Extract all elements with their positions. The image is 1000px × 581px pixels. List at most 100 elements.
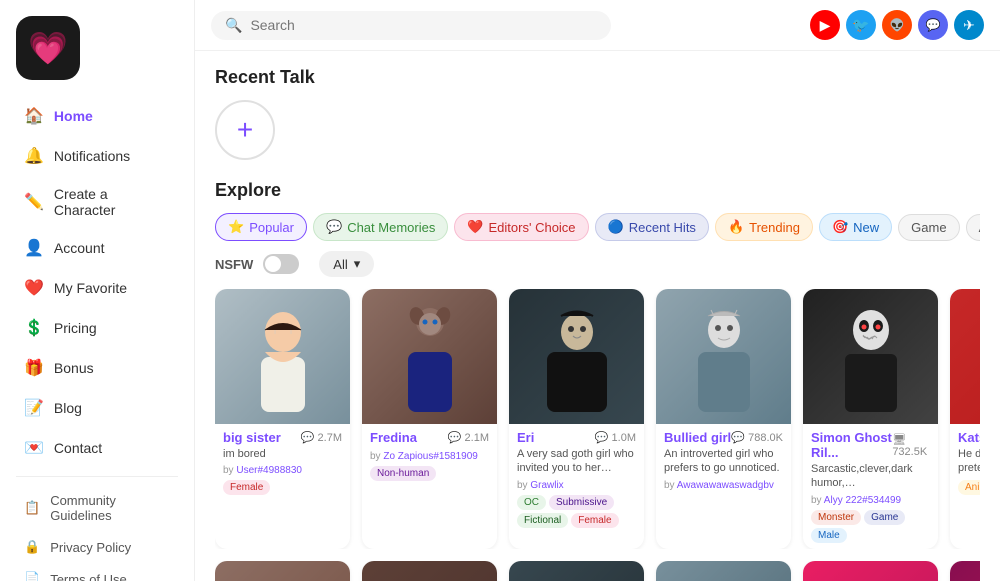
card-eri-name: Eri [517, 430, 534, 445]
card-bottom-4[interactable] [656, 561, 791, 581]
card-fredina-body: Fredina 💬 2.1M by Zo Zapious#1581909 Non… [362, 424, 497, 487]
card-bullied-girl-desc: An introverted girl who prefers to go un… [664, 447, 783, 476]
sidebar-item-pricing-label: Pricing [54, 320, 97, 336]
sidebar-nav: 🏠 Home 🔔 Notifications ✏️ Create a Chara… [0, 96, 194, 581]
filter-trending-label: Trending [749, 220, 800, 235]
card-fredina-image [362, 289, 497, 424]
create-character-icon: ✏️ [24, 192, 44, 212]
home-icon: 🏠 [24, 106, 44, 126]
bonus-icon: 🎁 [24, 358, 44, 378]
card-bullied-girl-header: Bullied girl 💬 788.0K [664, 430, 783, 445]
sidebar-item-pricing[interactable]: 💲 Pricing [8, 309, 186, 347]
notifications-icon: 🔔 [24, 146, 44, 166]
search-box[interactable]: 🔍 [211, 11, 611, 40]
card-simon-ghost-count: 🖥 732.5K [892, 433, 930, 458]
popular-icon: ⭐ [228, 219, 244, 235]
card-eri[interactable]: Eri 💬 1.0M A very sad goth girl who invi… [509, 289, 644, 549]
card-bottom-4-image [656, 561, 791, 581]
card-big-sister-count: 💬 2.7M [301, 431, 342, 444]
sidebar-item-privacy-policy[interactable]: 🔒 Privacy Policy [8, 531, 186, 563]
trending-icon: 🔥 [728, 219, 744, 235]
filter-editors-choice[interactable]: ❤️ Editors' Choice [454, 213, 588, 241]
explore-title: Explore [215, 180, 980, 201]
card-bottom-6-image [950, 561, 980, 581]
sidebar-item-terms-of-use[interactable]: 📄 Terms of Use [8, 563, 186, 581]
tag-nonhuman: Non-human [370, 466, 436, 481]
card-bottom-1[interactable] [215, 561, 350, 581]
filter-game[interactable]: Game [898, 214, 959, 241]
terms-of-use-icon: 📄 [24, 571, 40, 581]
search-icon: 🔍 [225, 17, 242, 34]
community-guidelines-icon: 📋 [24, 500, 40, 516]
pricing-icon: 💲 [24, 318, 44, 338]
filter-trending[interactable]: 🔥 Trending [715, 213, 813, 241]
new-icon: 🎯 [832, 219, 848, 235]
sidebar-item-blog-label: Blog [54, 400, 82, 416]
sidebar-item-blog[interactable]: 📝 Blog [8, 389, 186, 427]
card-eri-header: Eri 💬 1.0M [517, 430, 636, 445]
filter-popular[interactable]: ⭐ Popular [215, 213, 307, 241]
card-eri-author: by Grawlix [517, 480, 636, 491]
app-logo: 💗 [16, 16, 80, 80]
filter-editors-choice-label: Editors' Choice [489, 220, 576, 235]
filter-chat-memories[interactable]: 💬 Chat Memories [313, 213, 448, 241]
card-simon-ghost-header: Simon Ghost Ril... 🖥 732.5K [811, 430, 930, 460]
card-big-sister-name: big sister [223, 430, 281, 445]
main-content: 🔍 ▶ 🐦 👽 💬 ✈ Recent Talk + Explore ⭐ Popu… [195, 0, 1000, 581]
card-bullied-girl-image [656, 289, 791, 424]
nsfw-toggle[interactable] [263, 254, 299, 274]
card-bottom-2[interactable] [362, 561, 497, 581]
card-eri-image [509, 289, 644, 424]
tag-submissive: Submissive [549, 495, 614, 510]
sidebar-item-create-character[interactable]: ✏️ Create a Character [8, 177, 186, 227]
filter-anime[interactable]: Anime [966, 214, 980, 241]
sidebar-item-bonus[interactable]: 🎁 Bonus [8, 349, 186, 387]
discord-icon[interactable]: 💬 [918, 10, 948, 40]
search-input[interactable] [250, 17, 597, 33]
telegram-icon[interactable]: ✈ [954, 10, 984, 40]
card-katsuki-desc: He doesn't girlfriend, s pretend for [958, 447, 980, 476]
sidebar-item-community-guidelines[interactable]: 📋 Community Guidelines [8, 485, 186, 531]
sidebar-item-community-guidelines-label: Community Guidelines [50, 493, 170, 523]
reddit-icon[interactable]: 👽 [882, 10, 912, 40]
card-bottom-5[interactable] [803, 561, 938, 581]
all-dropdown[interactable]: All ▾ [319, 251, 374, 277]
sidebar-divider [16, 476, 178, 477]
filter-new[interactable]: 🎯 New [819, 213, 892, 241]
filter-chat-memories-label: Chat Memories [347, 220, 435, 235]
card-fredina[interactable]: Fredina 💬 2.1M by Zo Zapious#1581909 Non… [362, 289, 497, 549]
filter-recent-hits[interactable]: 🔵 Recent Hits [595, 213, 709, 241]
card-big-sister-author: by User#4988830 [223, 465, 342, 476]
card-fredina-tags: Non-human [370, 466, 489, 481]
card-katsuki[interactable]: Katsuki B... He doesn't girlfriend, s pr… [950, 289, 980, 549]
card-simon-ghost[interactable]: Simon Ghost Ril... 🖥 732.5K Sarcastic,cl… [803, 289, 938, 549]
card-bottom-5-image [803, 561, 938, 581]
favorite-icon: ❤️ [24, 278, 44, 298]
logo-area: 💗 [0, 16, 194, 96]
sidebar-item-terms-of-use-label: Terms of Use [50, 572, 127, 581]
card-eri-body: Eri 💬 1.0M A very sad goth girl who invi… [509, 424, 644, 534]
add-recent-talk-button[interactable]: + [215, 100, 275, 160]
card-simon-ghost-body: Simon Ghost Ril... 🖥 732.5K Sarcastic,cl… [803, 424, 938, 549]
card-bottom-3[interactable] [509, 561, 644, 581]
nsfw-label: NSFW [215, 257, 253, 272]
sidebar-item-my-favorite[interactable]: ❤️ My Favorite [8, 269, 186, 307]
twitter-icon[interactable]: 🐦 [846, 10, 876, 40]
sidebar-item-bonus-label: Bonus [54, 360, 94, 376]
card-bullied-girl-count: 💬 788.0K [731, 431, 783, 444]
card-big-sister-body: big sister 💬 2.7M im bored by User#49888… [215, 424, 350, 501]
topbar: 🔍 ▶ 🐦 👽 💬 ✈ [195, 0, 1000, 51]
card-bottom-6[interactable] [950, 561, 980, 581]
privacy-policy-icon: 🔒 [24, 539, 40, 555]
nsfw-row: NSFW All ▾ [215, 251, 980, 277]
card-bullied-girl[interactable]: Bullied girl 💬 788.0K An introverted gir… [656, 289, 791, 549]
sidebar-item-account[interactable]: 👤 Account [8, 229, 186, 267]
card-big-sister-tags: Female [223, 480, 342, 495]
sidebar-item-home[interactable]: 🏠 Home [8, 97, 186, 135]
card-simon-ghost-desc: Sarcastic,clever,dark humor, strong,gloo… [811, 462, 930, 491]
sidebar-item-notifications[interactable]: 🔔 Notifications [8, 137, 186, 175]
youtube-icon[interactable]: ▶ [810, 10, 840, 40]
card-big-sister[interactable]: big sister 💬 2.7M im bored by User#49888… [215, 289, 350, 549]
editors-choice-icon: ❤️ [467, 219, 483, 235]
sidebar-item-contact[interactable]: 💌 Contact [8, 429, 186, 467]
